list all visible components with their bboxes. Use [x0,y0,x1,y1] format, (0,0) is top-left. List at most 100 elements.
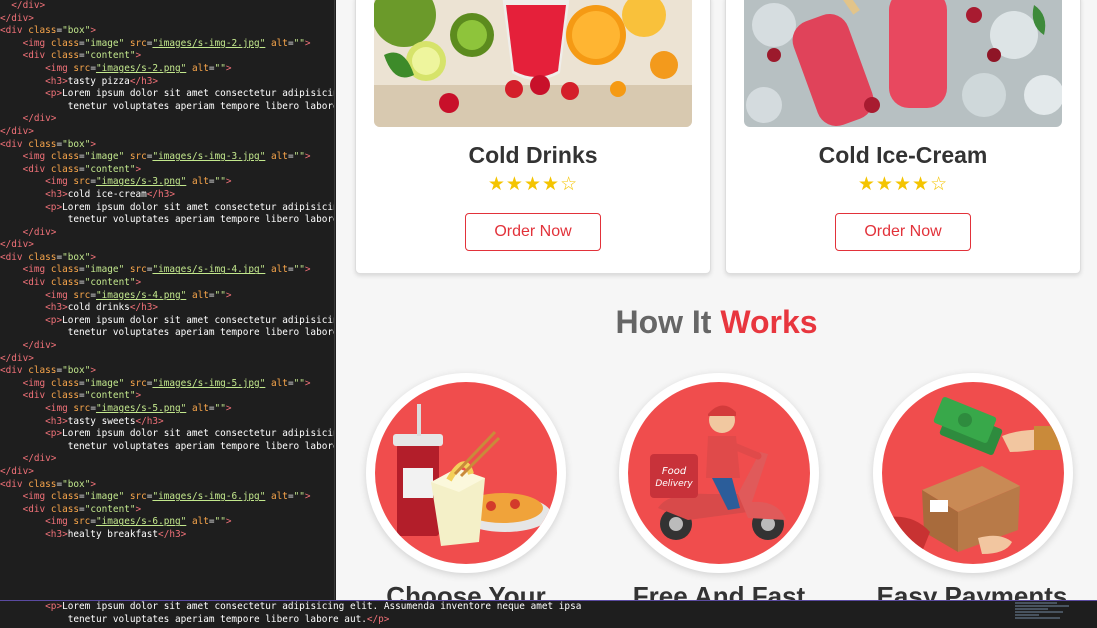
code-token: src [129,264,147,276]
code-token: </div> [0,0,46,11]
code-token: alt [191,289,209,301]
code-token: class [50,264,80,276]
code-line: <img src="images/s-4.png" alt=""> [0,290,334,303]
code-token: Lorem ipsum dolor sit amet consectetur a… [62,314,335,326]
code-token: alt [271,377,288,389]
code-line: <p>Lorem ipsum dolor sit amet consectetu… [0,601,1097,614]
section-heading: How It Works [336,304,1097,341]
code-token: tenetur voluptates aperiam tempore liber… [0,327,335,339]
star-filled-icon: ★ [875,173,894,195]
code-token: "content" [84,163,136,175]
code-line: <div class="box"> [0,25,334,38]
step-circle [873,373,1073,573]
code-line: </div> [0,353,334,366]
code-token: > [304,491,311,503]
step-title: Easy Payments [876,581,1068,600]
code-token: <p> [45,428,63,440]
editor-minimap[interactable] [1015,601,1075,627]
code-token: </div> [22,226,57,238]
code-token: class [50,163,80,175]
code-token: <img [45,289,74,301]
code-token: <h3> [45,75,68,87]
code-line: <p>Lorem ipsum dolor sit amet consectetu… [0,428,334,441]
code-token: class [50,503,80,515]
code-line: tenetur voluptates aperiam tempore liber… [0,614,1097,627]
code-token: class [28,365,57,377]
code-token: <img [45,516,74,528]
code-token: > [135,503,142,515]
code-line: <img src="images/s-3.png" alt=""> [0,176,334,189]
code-token: </h3> [135,415,164,427]
code-token: <h3> [45,528,68,540]
code-token: "images/s-img-3.jpg" [152,151,266,163]
code-line: </div> [0,126,334,139]
code-line: <h3>healty breakfast</h3> [0,529,334,542]
code-line: </div> [0,0,334,13]
code-line: tenetur voluptates aperiam tempore liber… [0,101,334,114]
code-token: "images/s-3.png" [95,176,187,188]
code-token: > [304,377,311,389]
code-token: > [90,138,97,150]
code-token: src [73,62,91,74]
code-token: "box" [62,138,91,150]
code-line: <div class="content"> [0,277,334,290]
code-token: <img [45,62,74,74]
code-line: <h3>tasty sweets</h3> [0,416,334,429]
code-token: class [28,478,57,490]
code-token: src [73,176,91,188]
code-line: <p>Lorem ipsum dolor sit amet consectetu… [0,88,334,101]
code-token: > [225,176,232,188]
code-line: <div class="box"> [0,479,334,492]
code-line: <div class="content"> [0,50,334,63]
code-token: "image" [84,491,130,503]
code-line: <img class="image" src="images/s-img-5.j… [0,378,334,391]
step-title: Free And Fast [632,581,806,600]
code-token: <div [22,163,51,175]
code-token: "images/s-img-6.jpg" [152,491,266,503]
cold-ice-cream-image [744,0,1062,127]
code-token: </div> [22,340,57,352]
code-token: class [28,251,57,263]
code-editor[interactable]: </div> </div> <div class="box"> <img class… [0,0,335,600]
code-token: alt [191,62,209,74]
code-line: <img src="images/s-5.png" alt=""> [0,403,334,416]
code-line: <img class="image" src="images/s-img-4.j… [0,264,334,277]
code-token: src [129,37,147,49]
code-token: <img [22,491,51,503]
heading-accent: Works [720,304,818,340]
code-token: > [304,264,311,276]
rating-stars: ★★★★☆ [726,173,1080,195]
browser-preview[interactable]: Cold Drinks ★★★★☆ Order Now Cold Ice-Cre… [336,0,1097,600]
order-now-button[interactable]: Order Now [835,213,971,251]
code-line: <div class="content"> [0,164,334,177]
code-token: "image" [84,151,130,163]
code-line: </div> [0,13,334,26]
code-token: </div> [0,465,34,477]
code-token: "images/s-img-2.jpg" [152,37,266,49]
star-empty-icon: ☆ [930,173,949,195]
code-token: > [225,403,232,414]
order-now-button[interactable]: Order Now [465,213,601,251]
code-token: > [135,50,142,62]
star-filled-icon: ★ [893,173,913,195]
code-token: "images/s-2.png" [95,62,187,74]
code-token: src [129,151,147,163]
code-token: tenetur voluptates aperiam tempore liber… [0,440,335,452]
code-token: alt [271,151,288,163]
code-token: > [90,251,97,263]
